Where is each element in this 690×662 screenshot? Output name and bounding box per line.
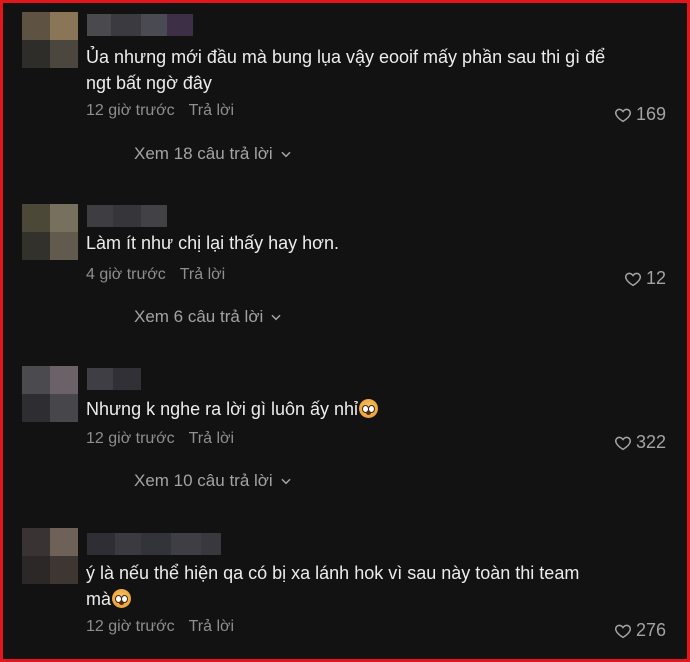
like-count: 169 <box>635 104 666 124</box>
pleading-face-icon <box>359 399 379 418</box>
view-replies-label: Xem 10 câu trả lời <box>134 471 273 490</box>
comment-meta: 4 giờ trước Trả lời <box>86 266 225 284</box>
comment-text: Làm ít như chị lại thấy hay hơn. <box>86 233 339 253</box>
comment-text: ý là nếu thể hiện qa có bị xa lánh hok v… <box>86 560 586 612</box>
avatar[interactable] <box>22 12 78 68</box>
timestamp: 12 giờ trước <box>86 618 175 635</box>
heart-icon <box>614 624 631 638</box>
username-blurred[interactable] <box>87 14 193 36</box>
username-blurred[interactable] <box>87 205 167 227</box>
view-replies-label: Xem 18 câu trả lời <box>134 144 273 163</box>
heart-icon <box>614 436 631 450</box>
reply-button[interactable]: Trả lời <box>189 430 234 447</box>
like-button[interactable]: 276 <box>614 620 666 641</box>
view-replies-button[interactable]: Xem 18 câu trả lời <box>134 144 293 164</box>
reply-button[interactable]: Trả lời <box>189 102 234 119</box>
timestamp: 4 giờ trước <box>86 266 166 283</box>
heart-icon <box>614 108 631 122</box>
chevron-down-icon <box>271 314 281 321</box>
comment-text-content: ý là nếu thể hiện qa có bị xa lánh hok v… <box>86 563 580 609</box>
like-count: 322 <box>635 432 666 452</box>
username-blurred[interactable] <box>87 368 141 390</box>
like-count: 12 <box>645 268 666 288</box>
like-button[interactable]: 169 <box>614 104 666 125</box>
avatar[interactable] <box>22 366 78 422</box>
comment-meta: 12 giờ trước Trả lời <box>86 430 234 448</box>
view-replies-button[interactable]: Xem 6 câu trả lời <box>134 307 283 327</box>
comment-meta: 12 giờ trước Trả lời <box>86 102 234 120</box>
timestamp: 12 giờ trước <box>86 430 175 447</box>
like-button[interactable]: 322 <box>614 432 666 453</box>
like-count: 276 <box>635 620 666 640</box>
reply-button[interactable]: Trả lời <box>180 266 225 283</box>
username-blurred[interactable] <box>87 533 221 555</box>
comment-meta: 12 giờ trước Trả lời <box>86 618 234 636</box>
view-replies-label: Xem 6 câu trả lời <box>134 307 264 326</box>
avatar[interactable] <box>22 528 78 584</box>
avatar[interactable] <box>22 204 78 260</box>
timestamp: 12 giờ trước <box>86 102 175 119</box>
like-button[interactable]: 12 <box>624 268 666 289</box>
heart-icon <box>624 272 641 286</box>
reply-button[interactable]: Trả lời <box>189 618 234 635</box>
comment-text: Nhưng k nghe ra lời gì luôn ấy nhỉ <box>86 396 606 422</box>
comment-text: Ủa nhưng mới đầu mà bung lụa vậy eooif m… <box>86 47 606 93</box>
chevron-down-icon <box>281 478 291 485</box>
comment-text-content: Nhưng k nghe ra lời gì luôn ấy nhỉ <box>86 399 359 419</box>
pleading-face-icon <box>112 589 132 608</box>
view-replies-button[interactable]: Xem 10 câu trả lời <box>134 471 293 491</box>
chevron-down-icon <box>281 151 291 158</box>
